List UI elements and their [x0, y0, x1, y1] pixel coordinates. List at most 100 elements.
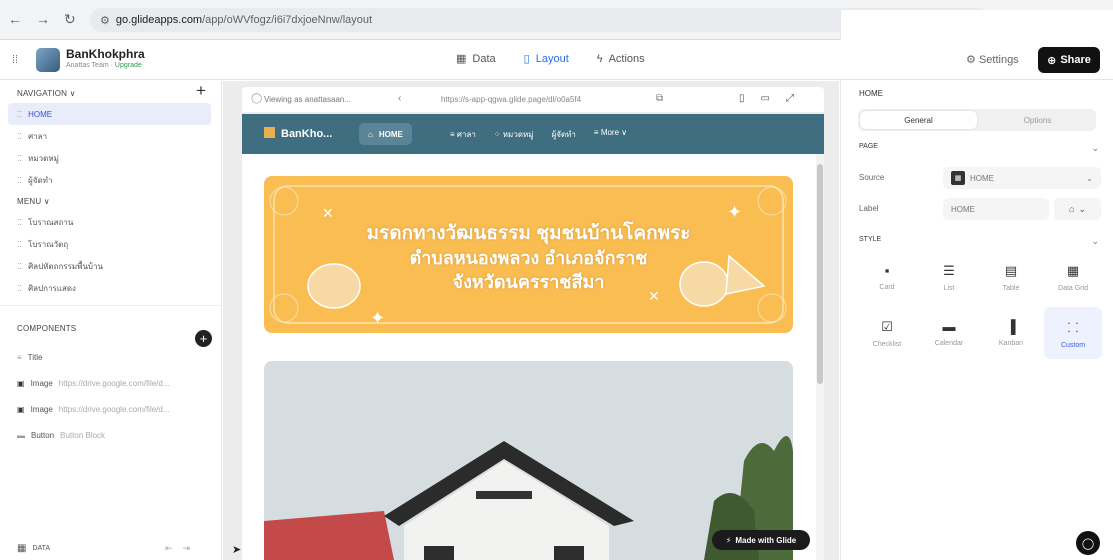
brand-logo: [264, 127, 275, 138]
data-footer-label: DATA: [32, 545, 51, 552]
menu-section-title[interactable]: MENU ∨: [0, 191, 221, 211]
back-icon[interactable]: ←: [8, 11, 22, 28]
hero-banner-image: ✕ ✦ ✦ ✕ มรดกทางวัฒนธรรม ชุมชนบ้านโคกพระ …: [264, 176, 793, 333]
site-info-icon[interactable]: ⚙: [100, 14, 110, 27]
component-image[interactable]: ▣ Image https://drive.google.com/file/d...: [0, 396, 221, 422]
add-nav-icon[interactable]: +: [196, 81, 206, 101]
menu-item[interactable]: ⁚⁚ โบราณวัตถุ: [0, 233, 221, 255]
drag-handle-icon[interactable]: ⁚⁚: [17, 262, 22, 271]
preview-scrollbar[interactable]: [816, 154, 824, 560]
settings-button[interactable]: ⚙ Settings: [966, 53, 1019, 66]
page-section[interactable]: PAGE ⌄: [859, 143, 1099, 153]
component-button[interactable]: ▬ Button Button Block: [0, 422, 221, 448]
tab-options[interactable]: Options: [979, 109, 1096, 131]
reload-icon[interactable]: ↻: [64, 11, 76, 28]
nav-link-category[interactable]: ⁘ หมวดหมู่: [494, 128, 534, 141]
page-section-title: PAGE: [859, 143, 878, 150]
glide-app-nav: BanKho... ⌂ HOME ≡ ศาลา ⁘ หมวดหมู่ ผู้จัด…: [242, 114, 824, 154]
back-icon[interactable]: ‹: [398, 93, 401, 104]
scroll-thumb[interactable]: [817, 164, 823, 384]
chat-support-button[interactable]: ◯: [1076, 531, 1100, 555]
drag-handle-icon[interactable]: ⁚⁚: [17, 110, 22, 119]
components-section-title: COMPONENTS: [17, 323, 77, 333]
style-grid: ▪ Card ☰ List ▤ Table ▦ Data Grid ☑ Checklist…: [858, 251, 1102, 359]
expand-icon[interactable]: ⇥: [183, 543, 191, 554]
left-panel: NAVIGATION ∨ + ⁚⁚ HOME ⁚⁚ ศาลา ⁚⁚ หมวดหมู่ …: [0, 81, 222, 560]
style-custom[interactable]: ⸬ Custom: [1044, 307, 1102, 359]
component-type: Image: [30, 378, 53, 388]
preview-url[interactable]: https://s-app-qgwa.glide.page/dl/o0a5f4: [441, 95, 581, 104]
data-footer[interactable]: ▦ DATA: [17, 543, 50, 554]
drag-handle-icon[interactable]: ⁚⁚: [17, 218, 22, 227]
style-data-grid[interactable]: ▦ Data Grid: [1044, 251, 1102, 303]
component-image[interactable]: ▣ Image https://drive.google.com/file/d...: [0, 370, 221, 396]
made-with-glide-badge[interactable]: ⚡ Made with Glide: [712, 530, 810, 550]
nav-home-button[interactable]: ⌂ HOME: [359, 123, 412, 145]
icon-picker[interactable]: ⌂ ⌄: [1054, 198, 1101, 220]
made-with-label: Made with Glide: [735, 535, 797, 545]
upgrade-link[interactable]: Upgrade: [115, 62, 142, 69]
style-checklist[interactable]: ☑ Checklist: [858, 307, 916, 359]
nav-item-sala[interactable]: ⁚⁚ ศาลา: [0, 125, 221, 147]
phone-view-icon[interactable]: ▯: [739, 93, 745, 104]
nav-item-label: ผู้จัดทำ: [28, 175, 53, 185]
nav-link-sala[interactable]: ≡ ศาลา: [450, 128, 476, 141]
preview-toolbar: ◯ Viewing as anattasaan... ‹ https://s-a…: [242, 87, 824, 113]
chevron-down-icon[interactable]: ⌄: [1091, 143, 1099, 154]
tab-general[interactable]: General: [860, 111, 977, 129]
style-kanban[interactable]: ▐ Kanban: [982, 307, 1040, 359]
nav-item-author[interactable]: ⁚⁚ ผู้จัดทำ: [0, 169, 221, 191]
label-value: HOME: [951, 204, 975, 214]
drag-handle-icon[interactable]: ⁚⁚: [17, 132, 22, 141]
nav-item-home[interactable]: ⁚⁚ HOME: [8, 103, 211, 125]
app-logo[interactable]: [36, 48, 60, 72]
source-select[interactable]: ▦ HOME ⌄: [943, 167, 1101, 189]
right-panel: HOME General Options PAGE ⌄ Source ▦ HOME…: [840, 81, 1113, 560]
style-table[interactable]: ▤ Table: [982, 251, 1040, 303]
collapse-icon[interactable]: ⇤: [165, 543, 173, 554]
fullscreen-icon[interactable]: ⤢: [786, 93, 794, 104]
viewing-as-selector[interactable]: Viewing as anattasaan...: [264, 95, 351, 104]
share-button[interactable]: ⊕ Share: [1038, 47, 1100, 73]
forward-icon[interactable]: →: [36, 11, 50, 28]
tab-actions[interactable]: ϟ Actions: [597, 52, 645, 65]
drag-handle-icon[interactable]: ⁚⁚: [17, 176, 22, 185]
style-label: Card: [879, 284, 895, 291]
url-path: /app/oWVfogz/i6i7dxjoeNnw/layout: [202, 14, 373, 26]
source-label: Source: [859, 173, 885, 182]
style-card[interactable]: ▪ Card: [858, 251, 916, 303]
style-label: List: [943, 284, 955, 292]
apps-grid-icon[interactable]: ⁞⁞: [12, 54, 18, 66]
style-list[interactable]: ☰ List: [920, 251, 978, 303]
copy-icon[interactable]: ⧉: [656, 93, 663, 104]
label-label: Label: [859, 204, 879, 213]
nav-item-category[interactable]: ⁚⁚ หมวดหมู่: [0, 147, 221, 169]
style-section[interactable]: STYLE ⌄: [859, 236, 1099, 246]
nav-link-author[interactable]: ผู้จัดทำ: [552, 128, 576, 141]
gear-icon: ⚙: [966, 54, 976, 66]
drag-handle-icon[interactable]: ⁚⁚: [17, 154, 22, 163]
drag-handle-icon[interactable]: ⁚⁚: [17, 240, 22, 249]
tab-layout[interactable]: ▯ Layout: [524, 52, 569, 66]
add-component-button[interactable]: +: [195, 330, 212, 347]
menu-item[interactable]: ⁚⁚ ศิลปการแสดง: [0, 277, 221, 299]
menu-item[interactable]: ⁚⁚ ศิลปหัตถกรรมพื้นบ้าน: [0, 255, 221, 277]
app-name[interactable]: BanKhokphra: [66, 47, 145, 61]
label-input[interactable]: HOME: [943, 198, 1049, 220]
style-label: Custom: [1060, 341, 1086, 349]
source-value: HOME: [970, 173, 994, 183]
tab-data[interactable]: ▦ Data: [456, 52, 496, 66]
style-section-title: STYLE: [859, 236, 882, 243]
user-icon: ◯: [251, 93, 263, 104]
url-host: go.glideapps.com: [115, 14, 203, 26]
navigation-section-title[interactable]: NAVIGATION ∨: [0, 83, 221, 103]
glide-app-brand[interactable]: BanKho...: [264, 127, 332, 140]
tablet-view-icon[interactable]: ▭: [761, 93, 770, 104]
menu-item[interactable]: ⁚⁚ โบราณสถาน: [0, 211, 221, 233]
style-calendar[interactable]: ▬ Calendar: [920, 307, 978, 359]
chevron-down-icon[interactable]: ⌄: [1091, 236, 1099, 247]
nav-link-more[interactable]: ≡ More ∨: [594, 128, 627, 141]
component-title[interactable]: ≡ Title: [0, 344, 221, 370]
globe-icon: ⊕: [1047, 54, 1057, 67]
drag-handle-icon[interactable]: ⁚⁚: [17, 284, 22, 293]
